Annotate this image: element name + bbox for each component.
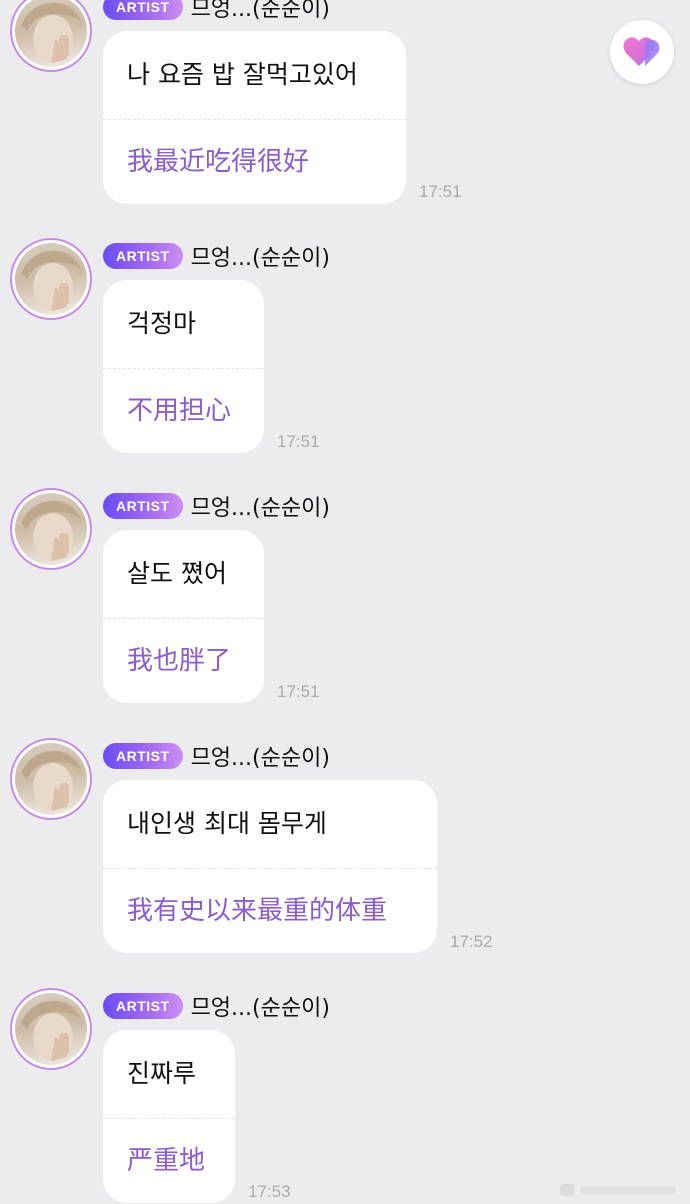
message-header: ARTIST 므엉...(순순이) bbox=[103, 741, 330, 771]
artist-badge: ARTIST bbox=[103, 743, 183, 769]
message-header: ARTIST 므엉...(순순이) bbox=[103, 241, 330, 271]
message-bubble[interactable]: 내인생 최대 몸무게 我有史以来最重的体重 bbox=[103, 780, 437, 953]
message-header: ARTIST 므엉...(순순이) bbox=[103, 491, 330, 521]
message-text-korean: 진짜루 bbox=[127, 1059, 197, 1088]
message-header: ARTIST 므엉...(순순이) bbox=[103, 991, 330, 1021]
message-translation: 我也胖了 bbox=[127, 646, 232, 676]
artist-avatar[interactable] bbox=[10, 738, 92, 820]
sender-name[interactable]: 므엉...(순순이) bbox=[191, 990, 330, 1022]
message-header: ARTIST 므엉...(순순이) bbox=[103, 0, 330, 22]
message-text-korean: 내인생 최대 몸무게 bbox=[127, 809, 327, 838]
artist-badge: ARTIST bbox=[103, 243, 183, 269]
sender-name[interactable]: 므엉...(순순이) bbox=[191, 490, 330, 522]
artist-badge: ARTIST bbox=[103, 993, 183, 1019]
heart-icon bbox=[623, 37, 660, 66]
artist-avatar[interactable] bbox=[10, 488, 92, 570]
message-timestamp: 17:51 bbox=[419, 182, 462, 201]
artist-badge: ARTIST bbox=[103, 0, 183, 20]
message-bubble[interactable]: 나 요즘 밥 잘먹고있어 我最近吃得很好 bbox=[103, 31, 406, 204]
artist-avatar[interactable] bbox=[10, 238, 92, 320]
message-timestamp: 17:51 bbox=[277, 432, 320, 451]
message-timestamp: 17:53 bbox=[248, 1182, 291, 1201]
message-translation: 我最近吃得很好 bbox=[127, 147, 310, 177]
message-timestamp: 17:52 bbox=[450, 932, 493, 951]
message-timestamp: 17:51 bbox=[277, 682, 320, 701]
sender-name[interactable]: 므엉...(순순이) bbox=[191, 0, 330, 23]
artist-badge: ARTIST bbox=[103, 493, 183, 519]
message-text-korean: 나 요즘 밥 잘먹고있어 bbox=[127, 60, 358, 89]
message-bubble[interactable]: 걱정마 不用担心 bbox=[103, 280, 264, 453]
message-translation: 严重地 bbox=[127, 1146, 206, 1176]
message-text-korean: 걱정마 bbox=[127, 309, 197, 338]
artist-avatar[interactable] bbox=[10, 0, 92, 72]
sender-name[interactable]: 므엉...(순순이) bbox=[191, 240, 330, 272]
message-text-korean: 살도 쪘어 bbox=[127, 559, 227, 588]
message-translation: 我有史以来最重的体重 bbox=[127, 896, 388, 926]
heart-reaction-button[interactable] bbox=[610, 20, 674, 84]
message-translation: 不用担心 bbox=[127, 396, 232, 426]
artist-avatar[interactable] bbox=[10, 988, 92, 1070]
message-bubble[interactable]: 진짜루 严重地 bbox=[103, 1030, 235, 1203]
message-bubble[interactable]: 살도 쪘어 我也胖了 bbox=[103, 530, 264, 703]
sender-name[interactable]: 므엉...(순순이) bbox=[191, 740, 330, 772]
watermark-logo bbox=[560, 1184, 676, 1196]
